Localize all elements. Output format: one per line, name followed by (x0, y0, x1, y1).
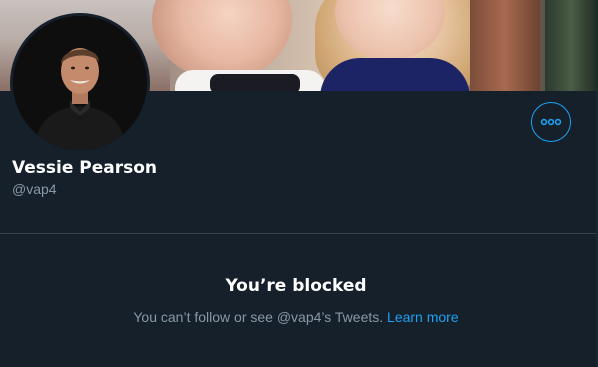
more-options-button[interactable] (531, 102, 571, 142)
banner-plant (545, 0, 598, 91)
section-divider (0, 233, 598, 234)
profile-page: Vessie Pearson @vap4 You’re blocked You … (0, 0, 598, 367)
profile-handle: @vap4 (12, 181, 57, 197)
banner-child-boy (152, 0, 292, 80)
profile-name: Vessie Pearson (12, 158, 158, 178)
banner-door (470, 0, 540, 91)
banner-child-boy-bowtie (210, 74, 300, 91)
blocked-title: You’re blocked (225, 276, 367, 296)
blocked-message: You can’t follow or see @vap4’s Tweets. (133, 309, 384, 325)
banner-child-girl-dress (320, 58, 470, 91)
more-horizontal-icon (540, 118, 562, 126)
avatar[interactable] (10, 13, 150, 153)
blocked-message-line: You can’t follow or see @vap4’s Tweets. … (0, 309, 592, 325)
avatar-photo (13, 16, 147, 150)
learn-more-link[interactable]: Learn more (387, 309, 459, 325)
